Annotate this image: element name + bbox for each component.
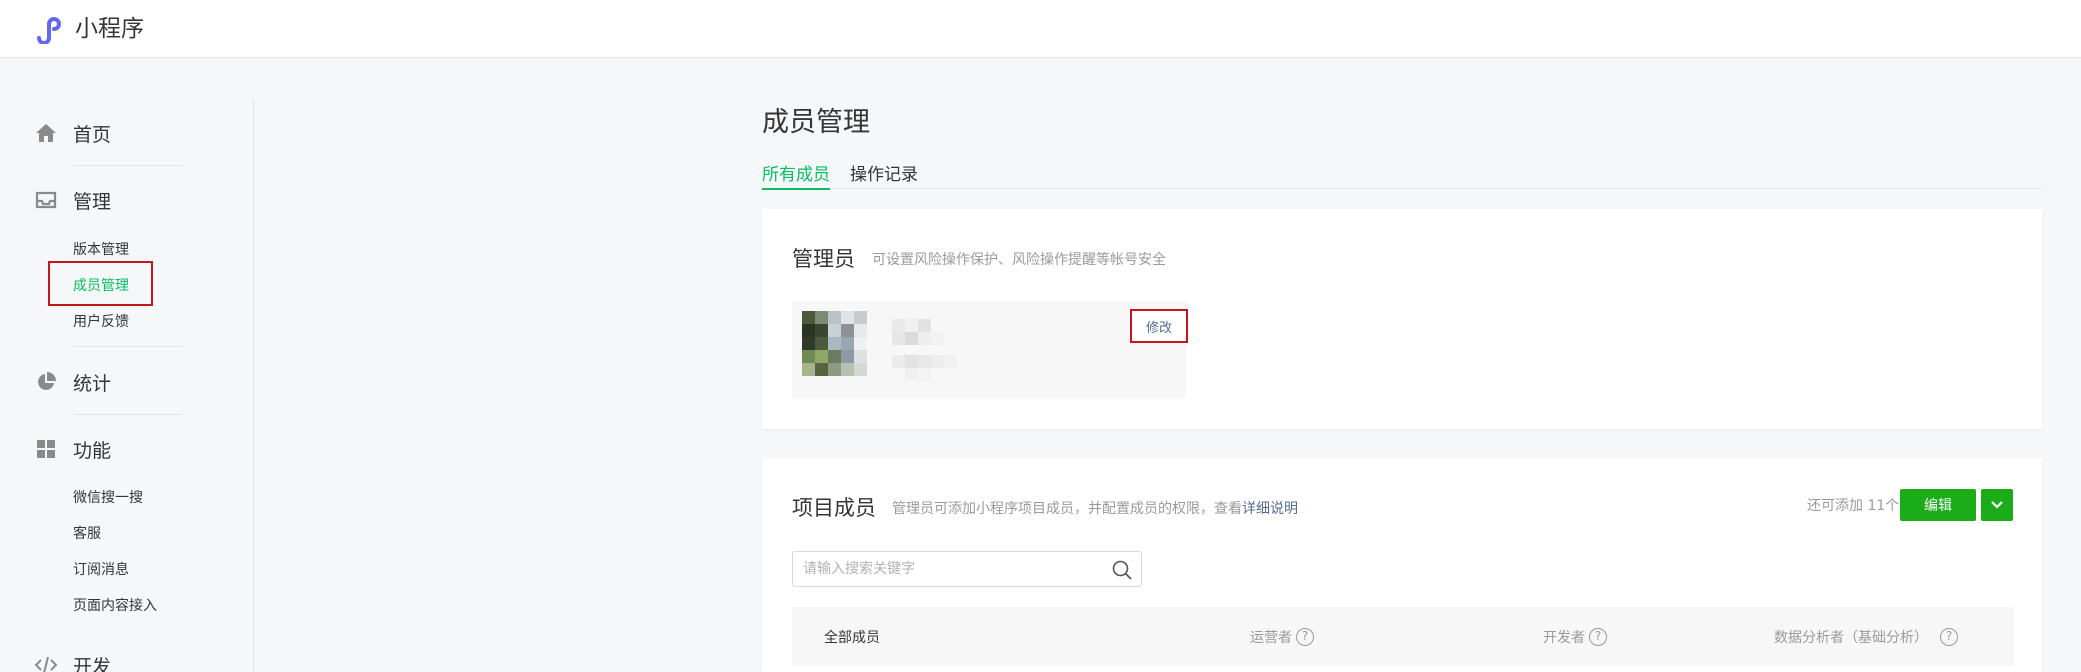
sidebar-item-feedback[interactable]: 用户反馈 [73,312,129,332]
highlight-box [48,261,153,306]
tab-all-members[interactable]: 所有成员 [762,160,830,190]
column-label: 数据分析者（基础分析） [1774,630,1928,646]
column-label: 全部成员 [824,630,880,646]
sidebar [0,59,254,672]
admin-card: 管理员 可设置风险操作保护、风险操作提醒等帐号安全 [762,209,2042,429]
sidebar-item-label: 功能 [73,439,112,462]
sidebar-item-manage[interactable]: 管理 [34,185,111,215]
column-developer: 开发者? [1543,627,1607,647]
page-title: 成员管理 [762,107,870,138]
tab-bar: 所有成员 操作记录 [762,158,2042,190]
grid-icon [37,440,55,458]
sidebar-item-subscribe-msg[interactable]: 订阅消息 [73,560,129,580]
sidebar-item-label: 首页 [73,123,112,146]
sidebar-item-wechat-search[interactable]: 微信搜一搜 [73,488,143,508]
sidebar-item-stats[interactable]: 统计 [34,367,111,397]
sidebar-item-features[interactable]: 功能 [34,434,111,464]
members-desc-text: 管理员可添加小程序项目成员，并配置成员的权限，查看 [892,501,1242,517]
miniprogram-logo-icon[interactable] [35,14,67,44]
help-icon[interactable]: ? [1296,628,1314,646]
sidebar-item-versions[interactable]: 版本管理 [73,240,129,260]
sidebar-item-label: 管理 [73,190,112,213]
help-icon[interactable]: ? [1589,628,1607,646]
divider [73,346,183,347]
top-bar: 小程序 [0,0,2081,58]
sidebar-item-label: 开发 [73,655,112,672]
home-icon [36,124,56,142]
sidebar-item-customer-service[interactable]: 客服 [73,524,101,544]
divider [73,165,183,166]
code-icon [34,656,58,672]
members-desc: 管理员可添加小程序项目成员，并配置成员的权限，查看详细说明 [892,498,1298,518]
tab-operation-log[interactable]: 操作记录 [850,160,918,185]
members-card: 项目成员 管理员可添加小程序项目成员，并配置成员的权限，查看详细说明 还可添加 … [762,459,2042,672]
pie-chart-icon [38,372,56,390]
details-link[interactable]: 详细说明 [1242,501,1298,517]
admin-desc: 可设置风险操作保护、风险操作提醒等帐号安全 [872,252,1166,268]
chevron-down-icon [1991,501,2003,509]
sidebar-divider [253,98,254,672]
admin-title: 管理员 [792,247,855,271]
sidebar-item-home[interactable]: 首页 [34,118,111,148]
divider [73,414,183,415]
edit-members-button[interactable]: 编辑 [1900,489,1976,521]
modify-admin-label: 修改 [1145,320,1172,336]
column-data-analyst: 数据分析者（基础分析）? [1774,627,1958,647]
more-options-button[interactable] [1981,489,2013,521]
help-icon[interactable]: ? [1940,628,1958,646]
search-input[interactable] [803,552,1103,586]
column-all-members[interactable]: 全部成员 [824,627,880,647]
edit-members-label: 编辑 [1924,498,1952,514]
admin-info [792,301,1186,398]
remaining-count: 还可添加 11个 [1807,498,1900,514]
member-table-header: 全部成员 运营者? 开发者? 数据分析者（基础分析）? [792,607,2014,666]
members-title: 项目成员 [792,496,876,520]
search-icon[interactable] [1111,559,1133,581]
column-label: 开发者 [1543,630,1585,646]
app-name: 小程序 [75,16,144,42]
sidebar-item-label: 统计 [73,372,112,395]
inbox-icon [35,191,57,209]
sidebar-item-dev[interactable]: 开发 [34,650,111,672]
modify-admin-button[interactable]: 修改 [1130,309,1188,343]
column-label: 运营者 [1250,630,1292,646]
sidebar-item-content-access[interactable]: 页面内容接入 [73,596,157,616]
member-search [792,551,1142,587]
column-operator: 运营者? [1250,627,1314,647]
